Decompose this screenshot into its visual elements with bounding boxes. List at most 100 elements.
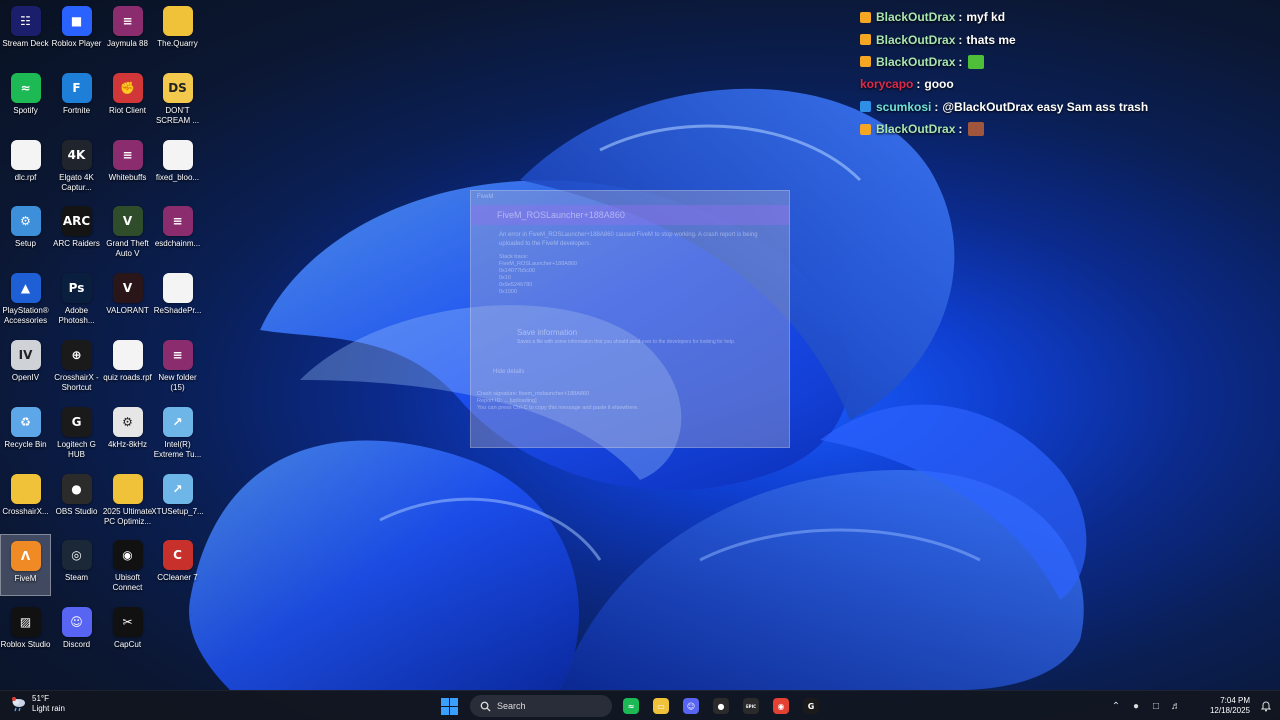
desktop-icon-label: Adobe Photosh... <box>58 306 95 326</box>
desktop-icon[interactable]: ◎ Steam <box>51 534 102 596</box>
intel-xtu-icon: ↗ <box>162 473 193 504</box>
desktop-icon[interactable]: ☺ Discord <box>51 601 102 663</box>
stream-chat-overlay: BlackOutDrax: myf kd BlackOutDrax: thats me… <box>860 6 1270 140</box>
desktop-icon[interactable]: ⚙ 4kHz-8kHz <box>102 401 153 463</box>
desktop-icon[interactable]: ≡ Jaymula 88 <box>102 0 153 62</box>
desktop-icon[interactable]: ReShadePr... <box>152 267 203 329</box>
weather-temperature: 51°F <box>32 694 49 703</box>
taskbar-app-button[interactable]: EPIC <box>736 694 766 718</box>
desktop-icon[interactable]: ▲ PlayStation® Accessories <box>0 267 51 329</box>
desktop-icon-label: PlayStation® Accessories <box>2 306 49 326</box>
desktop-icon[interactable]: ◉ Ubisoft Connect <box>102 534 153 596</box>
gta-v-icon: V <box>112 206 143 237</box>
chat-separator: : <box>916 77 921 92</box>
taskbar-clock[interactable]: 7:04 PM 12/18/2025 <box>1190 696 1250 716</box>
desktop-icon[interactable]: ▨ Roblox Studio <box>0 601 51 663</box>
network-icon[interactable]: □ <box>1146 696 1166 716</box>
desktop-icon[interactable]: IV OpenIV <box>0 334 51 396</box>
search-icon <box>480 701 491 712</box>
desktop-icon-label: Fortnite <box>62 105 91 115</box>
taskbar-search-box[interactable]: Search <box>470 695 612 717</box>
discord-icon: ☺ <box>61 607 92 638</box>
openiv-icon: IV <box>10 340 41 370</box>
hide-details-button[interactable]: Hide details <box>471 369 789 375</box>
desktop-icon[interactable]: dlc.rpf <box>0 134 51 196</box>
desktop-icon[interactable]: ≡ esdchainm... <box>152 200 203 262</box>
taskbar-app-button[interactable]: ● <box>706 694 736 718</box>
desktop-icon-grid: ☷ Stream Deck ■ Roblox Player ≡ Jaymula 88 The… <box>0 0 204 690</box>
desktop-icon-label: DON'T SCREAM ... <box>155 105 200 125</box>
weather-widget[interactable]: 51°F Light rain <box>10 694 65 714</box>
dialog-banner-title: FiveM_ROSLauncher+188A860 <box>471 205 789 225</box>
desktop-icon-label: 4kHz-8kHz <box>107 439 148 449</box>
chat-username: BlackOutDrax <box>876 122 956 137</box>
chat-message: BlackOutDrax: myf kd <box>860 6 1270 28</box>
desktop-icon[interactable]: Λ FiveM <box>0 534 51 597</box>
save-information-button[interactable]: Save information <box>471 328 789 337</box>
taskbar-center: Search ≈ ▭ ☺ ● EPIC ◉ G <box>438 694 826 718</box>
file-icon <box>10 139 41 170</box>
desktop-icon[interactable]: G Logitech G HUB <box>51 401 102 463</box>
taskbar: 51°F Light rain Search ≈ ▭ ☺ ● EPIC ◉ G ⌃ ● □ … <box>0 690 1280 720</box>
start-button[interactable] <box>438 695 460 717</box>
chat-separator: : <box>958 10 963 25</box>
desktop-icon[interactable]: ■ Roblox Player <box>51 0 102 62</box>
desktop-icon[interactable]: ● OBS Studio <box>51 468 102 530</box>
taskbar-app-button[interactable]: G <box>796 694 826 718</box>
desktop-icon-label: The.Quarry <box>157 39 198 48</box>
desktop-icon[interactable]: ✊ Riot Client <box>102 67 153 129</box>
desktop-icon[interactable]: The.Quarry <box>152 0 203 62</box>
microphone-icon[interactable]: ● <box>1126 696 1146 716</box>
stream-deck-icon: ☷ <box>10 6 41 36</box>
desktop-icon[interactable]: ≡ Whitebuffs <box>102 134 153 196</box>
desktop-icon[interactable]: ⊕ CrosshairX - Shortcut <box>51 334 102 396</box>
folder-icon <box>112 473 143 504</box>
valorant-icon: V <box>112 273 143 304</box>
desktop-icon[interactable]: C CCleaner 7 <box>152 534 203 596</box>
chevron-up-icon[interactable]: ⌃ <box>1106 696 1126 716</box>
taskbar-app-button[interactable]: ▭ <box>646 694 676 718</box>
desktop-icon-label: ReShadePr... <box>153 306 202 316</box>
desktop-icon[interactable]: ✂ CapCut <box>102 601 153 663</box>
chat-message: BlackOutDrax: thats me <box>860 28 1270 50</box>
desktop-icon[interactable]: ARC ARC Raiders <box>51 200 102 262</box>
taskbar-app-button[interactable]: ☺ <box>676 694 706 718</box>
desktop-icon[interactable]: ≈ Spotify <box>0 67 51 129</box>
search-placeholder: Search <box>497 701 526 711</box>
desktop-icon[interactable]: quiz roads.rpf <box>102 334 153 396</box>
desktop-icon[interactable]: ≡ New folder (15) <box>152 334 203 396</box>
dont-scream-icon: DS <box>162 72 193 103</box>
desktop-icon[interactable]: V VALORANT <box>102 267 153 329</box>
chat-username: BlackOutDrax <box>876 54 956 69</box>
desktop-icon-label: Roblox Studio <box>0 640 51 650</box>
desktop-icon[interactable]: 4K Elgato 4K Captur... <box>51 134 102 196</box>
desktop-icon-label: CrosshairX - Shortcut <box>54 373 99 392</box>
desktop-icon[interactable]: DS DON'T SCREAM ... <box>152 67 203 129</box>
taskbar-app-button[interactable]: ≈ <box>616 694 646 718</box>
desktop-icon[interactable]: ♻ Recycle Bin <box>0 401 51 463</box>
notification-bell-icon[interactable] <box>1256 696 1276 716</box>
stack-trace-label: Stack trace: <box>499 254 529 260</box>
desktop-icon[interactable]: 2025 Ultimate PC Optimiz... <box>102 468 153 530</box>
volume-icon[interactable]: ♬ <box>1166 696 1186 716</box>
desktop-icon-label: Setup <box>15 239 36 249</box>
desktop-icon[interactable]: ↗ Intel(R) Extreme Tu... <box>152 401 203 463</box>
report-id: Report ID: ... [uploading] <box>477 398 537 404</box>
roblox-icon: ■ <box>61 6 92 36</box>
chat-text: thats me <box>966 32 1016 47</box>
desktop-icon[interactable]: ↗ XTUSetup_7... <box>151 468 204 530</box>
desktop-icon[interactable]: V Grand Theft Auto V <box>102 200 153 262</box>
desktop-icon-label: Ubisoft Connect <box>112 573 143 593</box>
desktop-icon[interactable]: fixed_bloo... <box>152 134 203 196</box>
desktop-icon[interactable]: F Fortnite <box>51 67 102 129</box>
file-icon <box>162 273 193 304</box>
desktop-icon-label: CrosshairX... <box>2 506 49 516</box>
taskbar-app-button[interactable]: ◉ <box>766 694 796 718</box>
spotify-taskbar-icon: ≈ <box>623 698 639 714</box>
desktop-icon-label: New folder (15) <box>158 373 197 392</box>
desktop-icon[interactable]: Ps Adobe Photosh... <box>51 267 102 329</box>
desktop-icon[interactable]: ⚙ Setup <box>0 200 51 262</box>
folder-icon <box>162 6 193 36</box>
desktop-icon[interactable]: CrosshairX... <box>0 468 51 530</box>
desktop-icon[interactable]: ☷ Stream Deck <box>0 0 51 62</box>
